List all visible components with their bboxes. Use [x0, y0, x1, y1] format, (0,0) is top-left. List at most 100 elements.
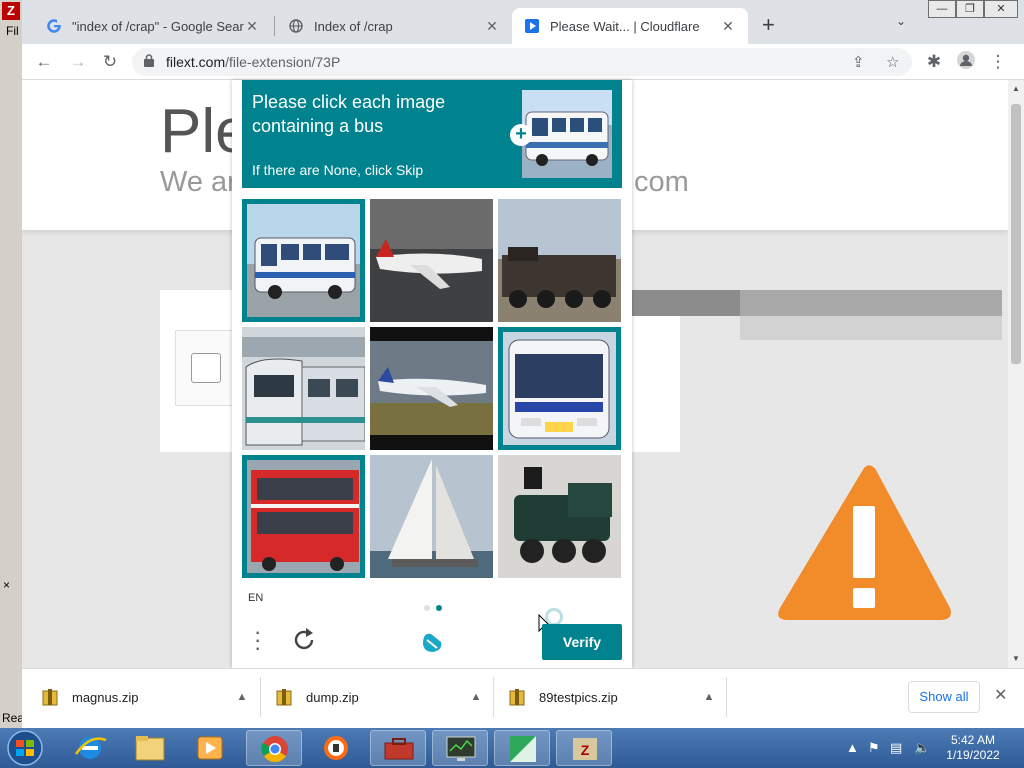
close-icon[interactable]: × [3, 578, 10, 592]
close-tab-icon[interactable]: ✕ [244, 18, 260, 35]
download-divider [260, 677, 261, 717]
download-divider [493, 677, 494, 717]
tab-title: Please Wait... | Cloudflare [550, 18, 700, 34]
show-all-downloads-button[interactable]: Show all [908, 681, 980, 713]
chevron-up-icon[interactable]: ▲ [232, 691, 252, 703]
file-explorer-icon[interactable] [122, 730, 178, 766]
language-selector[interactable]: EN [248, 592, 263, 604]
minimize-button[interactable]: — [928, 0, 956, 18]
page-scrollbar[interactable]: ▲ ▼ [1008, 80, 1024, 668]
loading-bar-segment [632, 290, 740, 316]
scroll-down-icon[interactable]: ▼ [1012, 654, 1020, 663]
close-tab-icon[interactable]: ✕ [720, 18, 736, 35]
maximize-button[interactable]: ❐ [956, 0, 984, 18]
tab-index-of-crap[interactable]: Index of /crap ✕ [276, 8, 512, 44]
captcha-menu-icon[interactable]: · · · [254, 621, 261, 659]
app-logo-icon: Z [2, 2, 20, 20]
background-app-window: Z Fil × Rea [0, 0, 24, 728]
url-domain: filext.com [166, 54, 226, 70]
globe-icon [288, 18, 304, 34]
close-window-button[interactable]: ✕ [984, 0, 1018, 18]
tab-google-search[interactable]: "index of /crap" - Google Search ✕ [34, 8, 272, 44]
download-filename: magnus.zip [72, 689, 139, 705]
toolbox-app-icon[interactable] [370, 730, 426, 766]
clock-time: 5:42 AM [950, 733, 996, 747]
share-icon[interactable]: ⇪ [852, 53, 865, 71]
captcha-tile-8[interactable] [370, 455, 493, 578]
extensions-icon[interactable]: ✱ [922, 50, 946, 74]
media-player-icon[interactable] [182, 730, 238, 766]
bookmark-star-icon[interactable]: ☆ [886, 53, 899, 71]
monitor-app-icon[interactable] [432, 730, 488, 766]
captcha-tile-9[interactable] [498, 455, 621, 578]
chrome-icon[interactable] [246, 730, 302, 766]
captcha-prompt: Please click each image containing a bus [252, 92, 446, 136]
zip-file-icon [509, 689, 525, 706]
zip-file-icon [42, 689, 58, 706]
captcha-grid [242, 199, 622, 579]
google-icon [46, 18, 62, 34]
tab-strip: "index of /crap" - Google Search ✕ Index… [22, 0, 1024, 44]
scroll-up-icon[interactable]: ▲ [1012, 84, 1020, 93]
captcha-tile-3[interactable] [498, 199, 621, 322]
captcha-tile-5[interactable] [370, 327, 493, 450]
kebab-menu-icon[interactable]: ⋮ [986, 50, 1010, 74]
download-divider [726, 677, 727, 717]
system-tray: ▲ ⚑ ▤ 🔈 5:42 AM 1/19/2022 [838, 728, 1024, 768]
url-path: /file-extension/73P [225, 54, 341, 70]
download-filename: dump.zip [306, 689, 359, 705]
back-icon[interactable]: ← [32, 50, 56, 74]
warning-icon [778, 465, 951, 620]
internet-explorer-icon[interactable] [62, 730, 118, 766]
download-item[interactable]: magnus.zip ▲ [42, 669, 252, 725]
scroll-thumb[interactable] [1011, 104, 1021, 364]
captcha-tile-7[interactable] [242, 455, 365, 578]
close-shelf-icon[interactable]: ✕ [994, 685, 1007, 705]
lock-icon [144, 54, 154, 67]
action-center-flag-icon[interactable]: ⚑ [868, 740, 880, 756]
captcha-header: Please click each image containing a bus… [242, 80, 622, 188]
captcha-tile-2[interactable] [370, 199, 493, 322]
address-bar[interactable]: filext.com/file-extension/73P ⇪ ☆ [132, 48, 912, 76]
download-item[interactable]: dump.zip ▲ [276, 669, 486, 725]
network-icon[interactable]: ▤ [890, 740, 902, 756]
page-dot [424, 605, 430, 611]
menu-fragment[interactable]: Fil [6, 24, 19, 38]
download-shelf: magnus.zip ▲ dump.zip ▲ 89testpics.zip ▲… [22, 668, 1024, 728]
volume-muted-icon[interactable]: 🔈 [914, 740, 930, 756]
reload-icon[interactable]: ↻ [98, 50, 122, 74]
chevron-up-icon[interactable]: ▲ [466, 691, 486, 703]
hcaptcha-logo-icon [415, 624, 449, 658]
captcha-challenge: Please click each image containing a bus… [232, 80, 632, 668]
page-dot-active [436, 605, 442, 611]
add-icon: + [510, 124, 532, 146]
zip-file-icon [276, 689, 292, 706]
tab-search-icon[interactable]: ⌄ [896, 14, 906, 28]
chevron-up-icon[interactable]: ▲ [699, 691, 719, 703]
captcha-sample-image [522, 90, 612, 178]
start-button-icon[interactable] [2, 729, 48, 767]
download-item[interactable]: 89testpics.zip ▲ [509, 669, 719, 725]
clock[interactable]: 5:42 AM 1/19/2022 [938, 733, 1008, 763]
zip-app-icon[interactable]: Z [556, 730, 612, 766]
clock-date: 1/19/2022 [946, 748, 1000, 762]
page-subheading-tail: com [634, 166, 689, 198]
tab-title: "index of /crap" - Google Search [72, 18, 244, 34]
captcha-tile-1[interactable] [242, 199, 365, 322]
refresh-icon[interactable] [290, 626, 318, 654]
tab-cloudflare[interactable]: Please Wait... | Cloudflare ✕ [512, 8, 748, 44]
captcha-skip-hint: If there are None, click Skip [252, 162, 424, 178]
show-hidden-icons-icon[interactable]: ▲ [846, 740, 859, 755]
captcha-tile-4[interactable] [242, 327, 365, 450]
taskbar: Z ▲ ⚑ ▤ 🔈 5:42 AM 1/19/2022 [0, 728, 1024, 768]
verify-button[interactable]: Verify [542, 624, 622, 660]
captcha-tile-6[interactable] [498, 327, 621, 450]
shape-app-icon[interactable] [494, 730, 550, 766]
security-app-icon[interactable] [308, 730, 364, 766]
browser-toolbar: ← → ↻ filext.com/file-extension/73P ⇪ ☆ … [22, 44, 1024, 80]
profile-avatar-icon[interactable] [954, 50, 978, 74]
human-checkbox[interactable] [191, 353, 221, 383]
close-tab-icon[interactable]: ✕ [484, 18, 500, 35]
new-tab-button[interactable]: + [762, 12, 775, 38]
forward-icon[interactable]: → [66, 50, 90, 74]
